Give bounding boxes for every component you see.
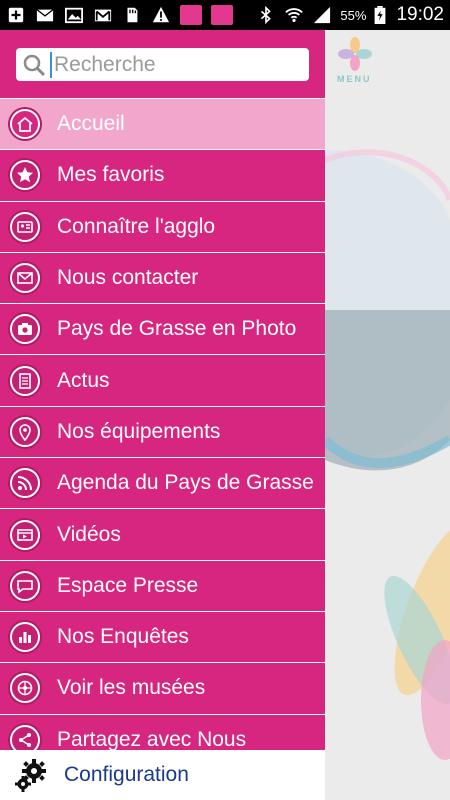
search-bar xyxy=(0,30,325,98)
menu-item-label: Nous contacter xyxy=(57,266,199,290)
background-app-area: MENU xyxy=(325,30,450,800)
background-illustration xyxy=(325,149,450,760)
bluetooth-icon xyxy=(261,6,272,24)
menu-item-espace-presse[interactable]: Espace Presse xyxy=(0,559,325,611)
location-pin-icon xyxy=(10,416,40,447)
menu-item-label: Nos équipements xyxy=(57,419,221,443)
menu-item-label: Connaître l'agglo xyxy=(57,214,216,238)
menu-item-nos-equipements[interactable]: Nos équipements xyxy=(0,405,325,458)
gmail-icon xyxy=(94,9,112,22)
menu-item-label: Actus xyxy=(57,368,110,392)
sd-card-icon xyxy=(127,7,138,23)
configuration-button[interactable]: Configuration xyxy=(0,750,325,800)
flower-logo-icon[interactable] xyxy=(337,36,373,72)
menu-item-nous-contacter[interactable]: Nous contacter xyxy=(0,251,325,304)
gears-icon xyxy=(15,759,46,792)
compass-icon xyxy=(10,673,40,704)
menu-item-nos-enquetes[interactable]: Nos Enquêtes xyxy=(0,610,325,663)
drawer-menu-list: Accueil Mes favoris Connaître l'agglo No… xyxy=(0,98,325,765)
bar-chart-icon xyxy=(10,622,40,653)
home-icon xyxy=(10,109,40,140)
info-card-icon xyxy=(10,211,40,242)
search-icon xyxy=(23,54,46,76)
mail-icon xyxy=(10,263,40,294)
video-icon xyxy=(10,519,40,550)
document-icon xyxy=(10,365,40,396)
star-icon xyxy=(10,160,40,191)
app-badge-icon xyxy=(211,5,233,25)
menu-item-label: Voir les musées xyxy=(57,676,206,700)
camera-icon xyxy=(10,314,40,345)
menu-item-voir-musees[interactable]: Voir les musées xyxy=(0,662,325,714)
menu-item-connaitre-agglo[interactable]: Connaître l'agglo xyxy=(0,200,325,252)
menu-item-mes-favoris[interactable]: Mes favoris xyxy=(0,149,325,201)
status-bar: 55% 19:02 xyxy=(0,0,450,30)
rss-icon xyxy=(10,468,40,499)
menu-item-accueil[interactable]: Accueil xyxy=(0,98,325,150)
menu-item-label: Pays de Grasse en Photo xyxy=(57,317,297,341)
wifi-icon xyxy=(285,8,304,23)
battery-percentage: 55% xyxy=(340,7,367,23)
menu-item-photo[interactable]: Pays de Grasse en Photo xyxy=(0,303,325,355)
clock: 19:02 xyxy=(396,4,444,25)
search-box[interactable] xyxy=(16,48,309,81)
menu-item-agenda[interactable]: Agenda du Pays de Grasse xyxy=(0,457,325,509)
menu-item-label: Accueil xyxy=(57,112,125,136)
menu-item-label: Partagez avec Nous xyxy=(57,727,247,751)
menu-item-label: Mes favoris xyxy=(57,163,165,187)
menu-item-label: Agenda du Pays de Grasse xyxy=(57,471,314,495)
search-input[interactable] xyxy=(50,51,290,78)
warning-icon xyxy=(152,6,170,23)
menu-item-videos[interactable]: Vidéos xyxy=(0,508,325,560)
mail-icon xyxy=(36,9,54,22)
app-badge-icon xyxy=(180,5,202,25)
plus-icon xyxy=(8,7,24,23)
menu-item-label: Nos Enquêtes xyxy=(57,625,189,649)
configuration-label: Configuration xyxy=(64,763,189,786)
menu-label: MENU xyxy=(337,74,372,84)
gallery-icon xyxy=(65,7,83,24)
battery-icon xyxy=(375,6,386,24)
signal-icon xyxy=(314,6,331,24)
menu-item-label: Espace Presse xyxy=(57,573,199,597)
menu-item-label: Vidéos xyxy=(57,522,121,546)
navigation-drawer: Accueil Mes favoris Connaître l'agglo No… xyxy=(0,30,325,800)
speech-bubble-icon xyxy=(10,570,40,601)
menu-item-actus[interactable]: Actus xyxy=(0,354,325,406)
